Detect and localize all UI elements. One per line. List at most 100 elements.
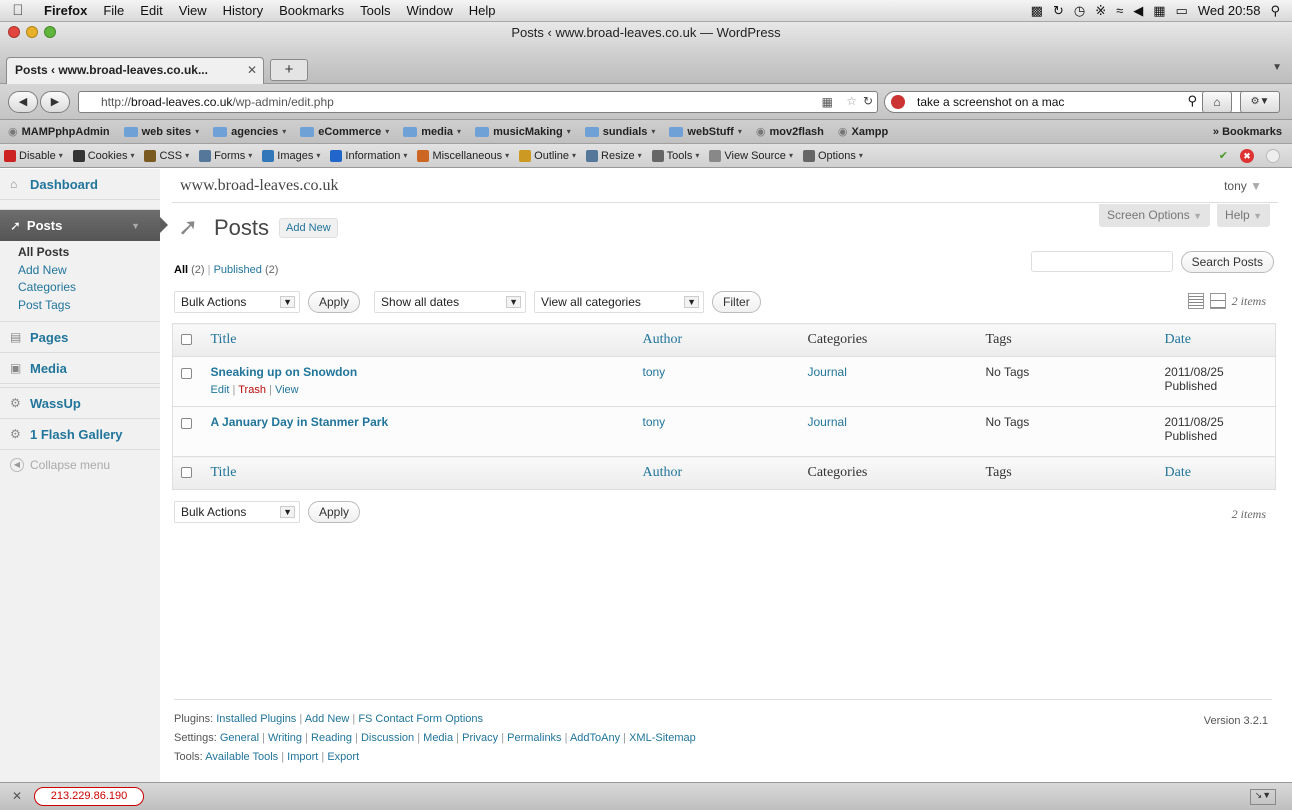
footer-link[interactable]: General [220, 732, 259, 744]
site-name[interactable]: www.broad-leaves.co.uk [180, 177, 338, 195]
apple-icon[interactable]:  [0, 2, 36, 19]
forward-button[interactable]: ▶ [40, 91, 70, 113]
user-menu[interactable]: tony ▼ [1224, 179, 1262, 193]
footer-link[interactable]: FS Contact Form Options [358, 713, 483, 725]
filter-button[interactable]: Filter [712, 291, 761, 313]
row-checkbox[interactable] [181, 418, 192, 429]
search-posts-button[interactable]: Search Posts [1180, 251, 1274, 273]
bulk-actions-select[interactable]: Bulk Actions ▼ [174, 291, 300, 313]
home-button[interactable]: ⌂ [1202, 91, 1232, 113]
devbar-item[interactable]: Outline ▾ [519, 149, 576, 162]
footer-link[interactable]: Available Tools [205, 751, 278, 763]
menu-bookmarks[interactable]: Bookmarks [271, 3, 352, 18]
bookmark-item[interactable]: sundials ▾ [584, 126, 655, 138]
submenu-all-posts[interactable]: All Posts [18, 245, 160, 263]
close-addon-bar-icon[interactable]: ✕ [12, 789, 22, 803]
ip-address-badge[interactable]: 213.229.86.190 [34, 787, 144, 806]
footer-link[interactable]: Export [327, 751, 359, 763]
bookmark-item[interactable]: media ▾ [403, 126, 461, 138]
footer-link[interactable]: Writing [268, 732, 302, 744]
row-action-edit[interactable]: Edit [211, 384, 230, 396]
devbar-item[interactable]: Forms ▾ [199, 149, 252, 162]
categories-select[interactable]: View all categories ▼ [534, 291, 705, 313]
footer-link[interactable]: Discussion [361, 732, 414, 744]
bookmark-item[interactable]: ◉ MAMPphpAdmin [8, 125, 110, 139]
circle-icon[interactable] [1266, 148, 1280, 163]
submenu-add-new[interactable]: Add New [18, 263, 160, 281]
bookmark-item[interactable]: webStuff ▾ [669, 126, 742, 138]
search-icon[interactable]: ⚲ [1187, 93, 1197, 109]
devbar-item[interactable]: Cookies ▾ [72, 149, 134, 162]
devbar-item[interactable]: View Source ▾ [709, 149, 793, 162]
footer-link[interactable]: Reading [311, 732, 352, 744]
devbar-item[interactable]: Tools ▾ [651, 149, 699, 162]
devbar-item[interactable]: Images ▾ [262, 149, 320, 162]
devbar-item[interactable]: Information ▾ [330, 149, 407, 162]
bookmark-item[interactable]: web sites ▾ [123, 126, 199, 138]
apply-button-bottom[interactable]: Apply [308, 501, 361, 523]
col-date-footer[interactable]: Date [1156, 456, 1276, 490]
uk-flag-icon[interactable]: ▦ [822, 95, 833, 109]
filter-all[interactable]: All [174, 264, 188, 276]
col-author-footer[interactable]: Author [634, 456, 800, 490]
reload-icon[interactable]: ↻ [863, 94, 873, 108]
excerpt-view-icon[interactable] [1209, 293, 1226, 309]
back-button[interactable]: ◀ [8, 91, 38, 113]
submenu-post-tags[interactable]: Post Tags [18, 298, 160, 316]
add-new-button[interactable]: Add New [279, 217, 338, 238]
footer-link[interactable]: XML-Sitemap [629, 732, 696, 744]
resize-handle-icon[interactable]: ↘▼ [1250, 789, 1276, 805]
menu-file[interactable]: File [95, 3, 132, 18]
menubar-clock[interactable]: Wed 20:58 [1198, 3, 1261, 18]
tab-list-icon[interactable]: ▼ [1272, 62, 1282, 73]
devbar-item[interactable]: Options ▾ [802, 149, 863, 162]
menu-posts[interactable]: ➚ Posts ▼ [0, 210, 168, 241]
volume-icon[interactable]: ◀ [1133, 3, 1143, 19]
bookmark-item[interactable]: agencies ▾ [213, 126, 286, 138]
bookmark-item[interactable]: eCommerce ▾ [300, 126, 389, 138]
category-link[interactable]: Journal [808, 365, 847, 379]
devbar-item[interactable]: Disable ▾ [4, 149, 63, 162]
menu-flash-gallery[interactable]: ⚙ 1 Flash Gallery [0, 419, 160, 450]
help-button[interactable]: Help ▼ [1217, 204, 1270, 227]
devbar-item[interactable]: Resize ▾ [586, 149, 642, 162]
devbar-item[interactable]: Miscellaneous ▾ [417, 149, 509, 162]
post-title-link[interactable]: A January Day in Stanmer Park [211, 415, 627, 429]
menu-view[interactable]: View [171, 3, 215, 18]
select-all-checkbox[interactable] [181, 466, 192, 478]
airplay-icon[interactable]: ▩ [1031, 3, 1043, 19]
author-link[interactable]: tony [643, 415, 666, 429]
battery-icon[interactable]: ▭ [1176, 3, 1188, 19]
menu-wassup[interactable]: ⚙ WassUp [0, 388, 160, 419]
bulk-actions-select-bottom[interactable]: Bulk Actions ▼ [174, 501, 300, 523]
dates-select[interactable]: Show all dates ▼ [374, 291, 527, 313]
url-bar[interactable]: http://broad-leaves.co.uk/wp-admin/edit.… [78, 91, 878, 113]
apply-button[interactable]: Apply [308, 291, 361, 313]
bookmark-star-icon[interactable]: ☆ [846, 94, 857, 108]
menu-tools[interactable]: Tools [352, 3, 398, 18]
bookmarks-menu[interactable]: » Bookmarks [1213, 126, 1282, 138]
row-checkbox[interactable] [181, 368, 192, 379]
chevron-down-icon[interactable]: ▼ [131, 221, 140, 231]
spotlight-icon[interactable]: ⚲ [1270, 3, 1280, 19]
menu-dashboard[interactable]: ⌂ Dashboard [0, 169, 160, 200]
collapse-menu[interactable]: ◀ Collapse menu [0, 450, 160, 480]
post-title-link[interactable]: Sneaking up on Snowdon [211, 365, 627, 379]
bookmark-item[interactable]: musicMaking ▾ [475, 126, 571, 138]
submenu-categories[interactable]: Categories [18, 280, 160, 298]
row-action-trash[interactable]: Trash [238, 384, 266, 396]
col-author[interactable]: Author [634, 323, 800, 357]
menu-help[interactable]: Help [461, 3, 504, 18]
bookmark-item[interactable]: ◉ Xampp [838, 125, 888, 139]
footer-link[interactable]: Media [423, 732, 453, 744]
input-flag-icon[interactable]: ▦ [1153, 3, 1165, 19]
wifi-icon[interactable]: ≈ [1116, 3, 1123, 18]
footer-link[interactable]: Add New [305, 713, 350, 725]
time-machine-icon[interactable]: ◷ [1074, 3, 1085, 19]
row-action-view[interactable]: View [275, 384, 299, 396]
menu-app[interactable]: Firefox [36, 3, 95, 18]
bookmark-item[interactable]: ◉ mov2flash [756, 125, 824, 139]
list-view-icon[interactable] [1187, 293, 1204, 309]
menu-edit[interactable]: Edit [132, 3, 170, 18]
filter-published[interactable]: Published [214, 264, 262, 276]
